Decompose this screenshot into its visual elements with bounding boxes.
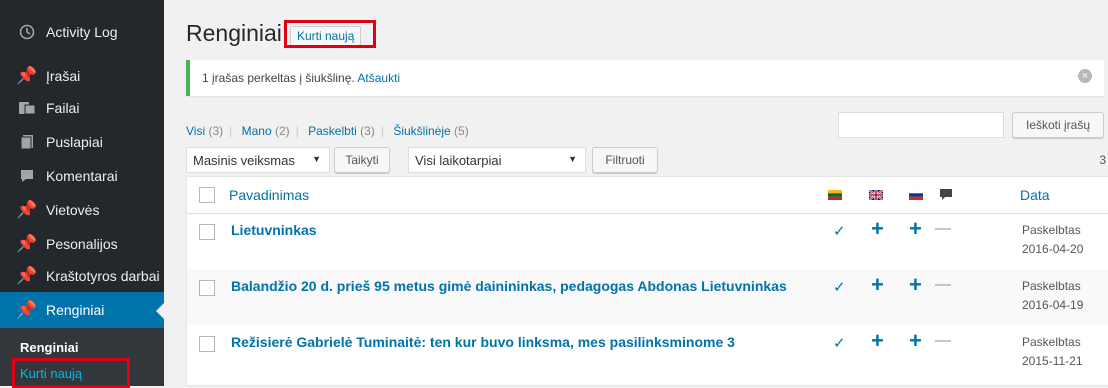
- notice-text: 1 įrašas perkeltas į šiukšlinę.: [202, 71, 355, 85]
- plus-icon[interactable]: +: [871, 328, 884, 354]
- filter-count: (2): [274, 124, 290, 138]
- page-icon: [16, 132, 38, 152]
- bulk-action-value: Masinis veiksmas: [193, 152, 295, 168]
- status-text: Paskelbtas: [1022, 223, 1081, 237]
- posts-table: Pavadinimas Data Lietuvninkas ✓ + + — Pa…: [186, 176, 1108, 386]
- sidebar-item-events[interactable]: 📌 Renginiai: [0, 292, 164, 328]
- sidebar-item-comments[interactable]: Komentarai: [0, 158, 164, 194]
- sidebar-item-label: Renginiai: [46, 302, 105, 318]
- lt-flag-icon: [828, 190, 842, 200]
- undo-link[interactable]: Atšaukti: [357, 71, 400, 85]
- status-text: Paskelbtas: [1022, 335, 1081, 349]
- clock-icon: [16, 22, 38, 42]
- status-text: Paskelbtas: [1022, 279, 1081, 293]
- sidebar-item-label: Kraštotyros darbai: [46, 268, 160, 284]
- row-status: Paskelbtas 2015-11-21: [1022, 333, 1083, 371]
- search-input[interactable]: [838, 112, 1004, 138]
- highlight-box: [12, 358, 130, 388]
- apply-button[interactable]: Taikyti: [334, 147, 390, 173]
- submenu-item-all-events[interactable]: Renginiai: [20, 340, 79, 355]
- filter-published[interactable]: Paskelbti: [308, 124, 357, 138]
- filter-count: (5): [454, 124, 469, 138]
- plus-icon[interactable]: +: [909, 328, 922, 354]
- sidebar-item-label: Pesonalijos: [46, 236, 118, 252]
- sidebar-item-media[interactable]: Failai: [0, 90, 164, 126]
- ru-flag-icon: [909, 190, 923, 200]
- pin-icon: 📌: [16, 66, 38, 85]
- pin-icon: 📌: [16, 200, 38, 219]
- pin-icon: 📌: [16, 266, 38, 285]
- notice-bar: 1 įrašas perkeltas į šiukšlinę. Atšaukti…: [186, 60, 1104, 96]
- sidebar-item-label: Įrašai: [46, 68, 81, 84]
- row-status: Paskelbtas 2016-04-20: [1022, 221, 1083, 259]
- filter-button[interactable]: Filtruoti: [592, 147, 658, 173]
- plus-icon[interactable]: +: [909, 272, 922, 298]
- column-date[interactable]: Data: [1020, 187, 1050, 203]
- sidebar-item-local-history[interactable]: 📌 Kraštotyros darbai: [0, 258, 164, 294]
- sidebar-item-label: Vietovės: [46, 202, 100, 218]
- table-row: Balandžio 20 d. prieš 95 metus gimė dain…: [187, 269, 1108, 325]
- media-icon: [16, 98, 38, 118]
- check-icon[interactable]: ✓: [833, 222, 846, 240]
- chevron-down-icon: ▼: [568, 154, 577, 164]
- table-row: Lietuvninkas ✓ + + — Paskelbtas 2016-04-…: [187, 213, 1108, 269]
- dash-icon: —: [935, 276, 951, 293]
- row-date: 2015-11-21: [1022, 354, 1083, 368]
- row-checkbox[interactable]: [199, 336, 215, 352]
- row-title-link[interactable]: Lietuvninkas: [231, 222, 317, 238]
- search-button[interactable]: Ieškoti įrašų: [1012, 112, 1104, 138]
- sidebar-item-locations[interactable]: 📌 Vietovės: [0, 192, 164, 228]
- pin-icon: 📌: [16, 234, 38, 253]
- date-filter-value: Visi laikotarpiai: [415, 152, 502, 168]
- plus-icon[interactable]: +: [909, 216, 922, 242]
- row-date: 2016-04-20: [1022, 242, 1084, 256]
- table-row: Režisierė Gabrielė Tuminaitė: ten kur bu…: [187, 325, 1108, 381]
- sidebar-item-pages[interactable]: Puslapiai: [0, 124, 164, 160]
- pin-icon: 📌: [16, 300, 38, 319]
- row-title-link[interactable]: Režisierė Gabrielė Tuminaitė: ten kur bu…: [231, 334, 735, 350]
- filter-count: (3): [208, 124, 224, 138]
- plus-icon[interactable]: +: [871, 216, 884, 242]
- admin-sidebar: Activity Log 📌 Įrašai Failai Puslapiai K…: [0, 0, 164, 388]
- column-title[interactable]: Pavadinimas: [229, 187, 309, 203]
- page-title: Renginiai: [186, 20, 282, 46]
- check-icon[interactable]: ✓: [833, 278, 846, 296]
- select-all-checkbox[interactable]: [199, 187, 215, 203]
- sidebar-item-posts[interactable]: 📌 Įrašai: [0, 58, 164, 94]
- check-icon[interactable]: ✓: [833, 334, 846, 352]
- table-header: Pavadinimas Data: [187, 177, 1108, 214]
- sidebar-item-label: Puslapiai: [46, 134, 103, 150]
- highlight-box: [284, 20, 376, 48]
- gb-flag-icon: [869, 190, 883, 200]
- date-filter-select[interactable]: Visi laikotarpiai ▼: [408, 147, 586, 173]
- notice-message: 1 įrašas perkeltas į šiukšlinę. Atšaukti: [202, 71, 400, 85]
- dash-icon: —: [935, 332, 951, 349]
- filter-count: (3): [360, 124, 375, 138]
- comment-icon: [940, 189, 952, 200]
- row-date: 2016-04-19: [1022, 298, 1084, 312]
- sidebar-item-label: Failai: [46, 100, 80, 116]
- sidebar-item-label: Activity Log: [46, 24, 118, 40]
- sidebar-item-label: Komentarai: [46, 168, 118, 184]
- filter-trash[interactable]: Šiukšlinėje: [393, 124, 450, 138]
- sidebar-item-activity-log[interactable]: Activity Log: [0, 14, 164, 50]
- status-filters: Visi (3) | Mano (2) | Paskelbti (3) | Šiukš…: [186, 124, 469, 138]
- filter-mine[interactable]: Mano: [242, 124, 272, 138]
- plus-icon[interactable]: +: [871, 272, 884, 298]
- comment-icon: [16, 166, 38, 186]
- dash-icon: —: [935, 220, 951, 237]
- filter-all[interactable]: Visi: [186, 124, 205, 138]
- dismiss-icon[interactable]: ×: [1078, 69, 1092, 83]
- main-content: Renginiai Kurti naują 1 įrašas perkeltas…: [164, 0, 1108, 386]
- row-checkbox[interactable]: [199, 280, 215, 296]
- row-status: Paskelbtas 2016-04-19: [1022, 277, 1083, 315]
- bulk-action-select[interactable]: Masinis veiksmas ▼: [186, 147, 330, 173]
- chevron-down-icon: ▼: [312, 154, 321, 164]
- row-checkbox[interactable]: [199, 224, 215, 240]
- sidebar-item-personalities[interactable]: 📌 Pesonalijos: [0, 226, 164, 262]
- row-title-link[interactable]: Balandžio 20 d. prieš 95 metus gimė dain…: [231, 278, 787, 294]
- item-count: 3: [1099, 153, 1106, 167]
